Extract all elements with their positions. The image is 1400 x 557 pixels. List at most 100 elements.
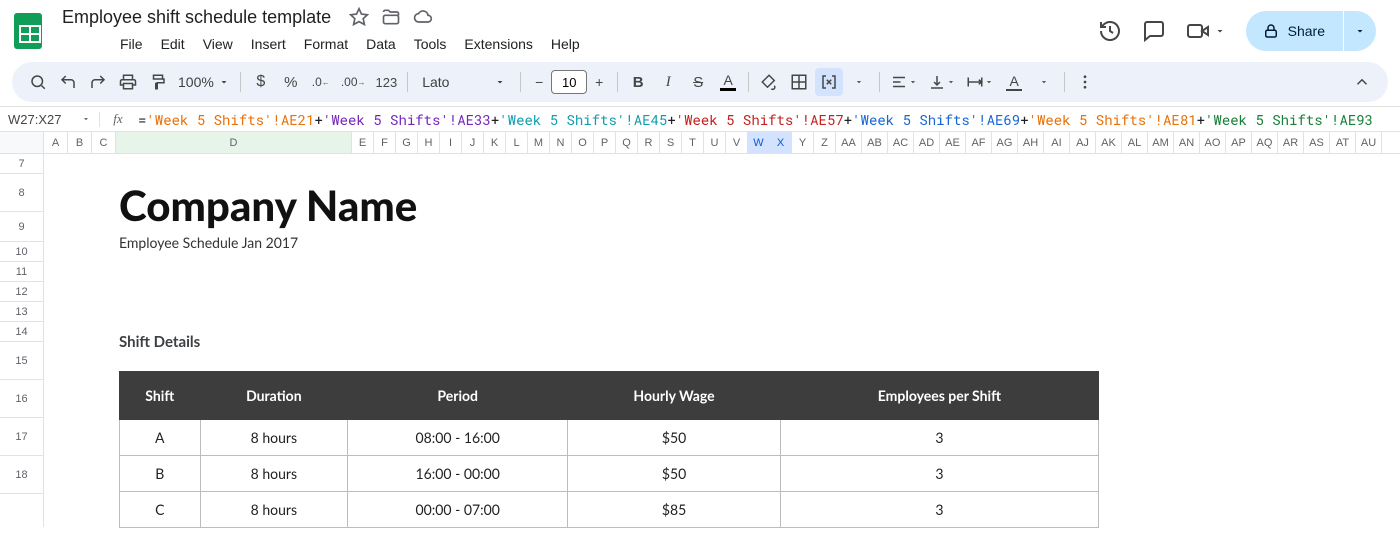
decrease-decimal-icon[interactable]: .0← — [307, 68, 335, 96]
col-AJ[interactable]: AJ — [1070, 132, 1096, 153]
table-cell[interactable]: B — [120, 456, 201, 492]
row-11[interactable]: 11 — [0, 262, 43, 282]
col-O[interactable]: O — [572, 132, 594, 153]
col-U[interactable]: U — [704, 132, 726, 153]
bold-icon[interactable]: B — [624, 68, 652, 96]
increase-decimal-icon[interactable]: .00→ — [337, 68, 370, 96]
table-cell[interactable]: $85 — [568, 492, 780, 528]
col-AO[interactable]: AO — [1200, 132, 1226, 153]
font-size-input[interactable] — [551, 70, 587, 94]
cloud-status-icon[interactable] — [413, 7, 433, 27]
col-AR[interactable]: AR — [1278, 132, 1304, 153]
percent-icon[interactable]: % — [277, 68, 305, 96]
row-14[interactable]: 14 — [0, 322, 43, 342]
col-AT[interactable]: AT — [1330, 132, 1356, 153]
fill-color-icon[interactable] — [755, 68, 783, 96]
font-select[interactable]: Lato — [414, 69, 514, 95]
col-D[interactable]: D — [116, 132, 352, 153]
table-cell[interactable]: 08:00 - 16:00 — [348, 420, 568, 456]
table-cell[interactable]: 3 — [780, 456, 1098, 492]
table-cell[interactable]: A — [120, 420, 201, 456]
col-K[interactable]: K — [484, 132, 506, 153]
row-headers[interactable]: 789101112131415161718 — [0, 154, 44, 527]
col-AB[interactable]: AB — [862, 132, 888, 153]
col-A[interactable]: A — [44, 132, 68, 153]
meet-button[interactable] — [1186, 19, 1226, 43]
menu-help[interactable]: Help — [543, 32, 588, 56]
table-cell[interactable]: 8 hours — [200, 420, 348, 456]
col-Y[interactable]: Y — [792, 132, 814, 153]
redo-icon[interactable] — [84, 68, 112, 96]
print-icon[interactable] — [114, 68, 142, 96]
col-G[interactable]: G — [396, 132, 418, 153]
name-box[interactable]: W27:X27 — [0, 112, 100, 127]
share-button[interactable]: Share — [1246, 11, 1343, 51]
col-J[interactable]: J — [462, 132, 484, 153]
select-all-corner[interactable] — [0, 132, 44, 153]
undo-icon[interactable] — [54, 68, 82, 96]
col-M[interactable]: M — [528, 132, 550, 153]
col-H[interactable]: H — [418, 132, 440, 153]
font-size-increase[interactable]: + — [587, 70, 611, 94]
table-cell[interactable]: 00:00 - 07:00 — [348, 492, 568, 528]
col-V[interactable]: V — [726, 132, 748, 153]
row-7[interactable]: 7 — [0, 154, 43, 174]
comment-icon[interactable] — [1142, 19, 1166, 43]
doc-title[interactable]: Employee shift schedule template — [56, 5, 337, 30]
rotate-text-icon[interactable]: A — [1000, 68, 1028, 96]
borders-icon[interactable] — [785, 68, 813, 96]
col-AG[interactable]: AG — [992, 132, 1018, 153]
col-L[interactable]: L — [506, 132, 528, 153]
col-AE[interactable]: AE — [940, 132, 966, 153]
col-AM[interactable]: AM — [1148, 132, 1174, 153]
merge-dropdown-icon[interactable] — [845, 68, 873, 96]
row-15[interactable]: 15 — [0, 342, 43, 380]
row-18[interactable]: 18 — [0, 456, 43, 494]
italic-icon[interactable]: I — [654, 68, 682, 96]
sheet-canvas[interactable]: Company Name Employee Schedule Jan 2017 … — [44, 154, 1400, 527]
col-AK[interactable]: AK — [1096, 132, 1122, 153]
table-cell[interactable]: $50 — [568, 456, 780, 492]
menu-data[interactable]: Data — [358, 32, 404, 56]
text-color-icon[interactable]: A — [714, 68, 742, 96]
currency-icon[interactable]: $ — [247, 68, 275, 96]
table-cell[interactable]: 16:00 - 00:00 — [348, 456, 568, 492]
share-dropdown[interactable] — [1344, 11, 1376, 51]
table-cell[interactable]: 3 — [780, 492, 1098, 528]
col-AC[interactable]: AC — [888, 132, 914, 153]
menu-insert[interactable]: Insert — [243, 32, 294, 56]
menu-edit[interactable]: Edit — [153, 32, 193, 56]
row-12[interactable]: 12 — [0, 282, 43, 302]
row-17[interactable]: 17 — [0, 418, 43, 456]
row-9[interactable]: 9 — [0, 212, 43, 242]
col-AS[interactable]: AS — [1304, 132, 1330, 153]
menu-extensions[interactable]: Extensions — [456, 32, 540, 56]
font-size-decrease[interactable]: − — [527, 70, 551, 94]
col-C[interactable]: C — [92, 132, 116, 153]
col-AD[interactable]: AD — [914, 132, 940, 153]
col-Z[interactable]: Z — [814, 132, 836, 153]
row-16[interactable]: 16 — [0, 380, 43, 418]
more-toolbar-icon[interactable] — [1071, 68, 1099, 96]
search-icon[interactable] — [24, 68, 52, 96]
col-S[interactable]: S — [660, 132, 682, 153]
row-8[interactable]: 8 — [0, 174, 43, 212]
table-cell[interactable]: 8 hours — [200, 456, 348, 492]
col-P[interactable]: P — [594, 132, 616, 153]
col-R[interactable]: R — [638, 132, 660, 153]
history-icon[interactable] — [1098, 19, 1122, 43]
col-T[interactable]: T — [682, 132, 704, 153]
merge-cells-icon[interactable] — [815, 68, 843, 96]
col-AF[interactable]: AF — [966, 132, 992, 153]
formula-bar[interactable]: ='Week 5 Shifts'!AE21+'Week 5 Shifts'!AE… — [136, 110, 1400, 129]
col-E[interactable]: E — [352, 132, 374, 153]
col-AN[interactable]: AN — [1174, 132, 1200, 153]
paint-format-icon[interactable] — [144, 68, 172, 96]
col-AU[interactable]: AU — [1356, 132, 1382, 153]
col-AP[interactable]: AP — [1226, 132, 1252, 153]
move-icon[interactable] — [381, 7, 401, 27]
more-formats-icon[interactable]: 123 — [372, 68, 402, 96]
table-cell[interactable]: $50 — [568, 420, 780, 456]
col-W[interactable]: W — [748, 132, 770, 153]
col-Q[interactable]: Q — [616, 132, 638, 153]
